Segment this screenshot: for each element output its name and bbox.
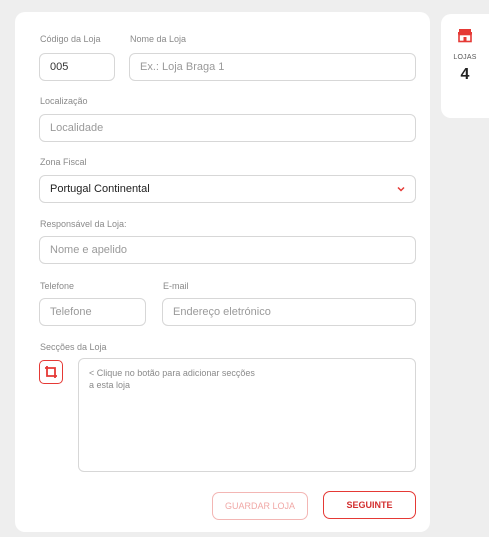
stores-count: 4 xyxy=(460,66,470,83)
stores-tab[interactable]: LOJAS 4 xyxy=(441,14,489,118)
save-store-button[interactable]: GUARDAR LOJA xyxy=(212,492,308,520)
phone-label: Telefone xyxy=(40,281,75,291)
fiscal-zone-value: Portugal Continental xyxy=(50,183,150,195)
location-label: Localização xyxy=(40,96,88,106)
email-label: E-mail xyxy=(163,281,189,291)
store-code-label: Código da Loja xyxy=(40,34,101,44)
fiscal-zone-label: Zona Fiscal xyxy=(40,157,87,167)
sections-hint-line1: < Clique no botão para adicionar secções xyxy=(89,368,255,378)
phone-input[interactable]: Telefone xyxy=(39,298,146,326)
store-name-label: Nome da Loja xyxy=(130,34,187,44)
sections-list-area[interactable]: < Clique no botão para adicionar secções… xyxy=(78,358,416,472)
fiscal-zone-select[interactable]: Portugal Continental xyxy=(39,175,416,203)
next-button[interactable]: SEGUINTE xyxy=(323,491,416,519)
email-input[interactable]: Endereço eletrónico xyxy=(162,298,416,326)
store-icon xyxy=(458,29,472,43)
manager-label: Responsável da Loja: xyxy=(40,219,127,229)
sections-hint-line2: a esta loja xyxy=(89,380,131,390)
add-section-button[interactable] xyxy=(39,360,63,384)
stores-tab-label: LOJAS xyxy=(453,54,477,61)
location-input[interactable]: Localidade xyxy=(39,114,416,142)
add-section-icon xyxy=(45,366,57,378)
store-code-input[interactable]: 005 xyxy=(39,53,115,81)
store-name-input[interactable]: Ex.: Loja Braga 1 xyxy=(129,53,416,81)
chevron-down-icon xyxy=(397,186,405,192)
manager-input[interactable]: Nome e apelido xyxy=(39,236,416,264)
sections-label: Secções da Loja xyxy=(40,342,107,352)
